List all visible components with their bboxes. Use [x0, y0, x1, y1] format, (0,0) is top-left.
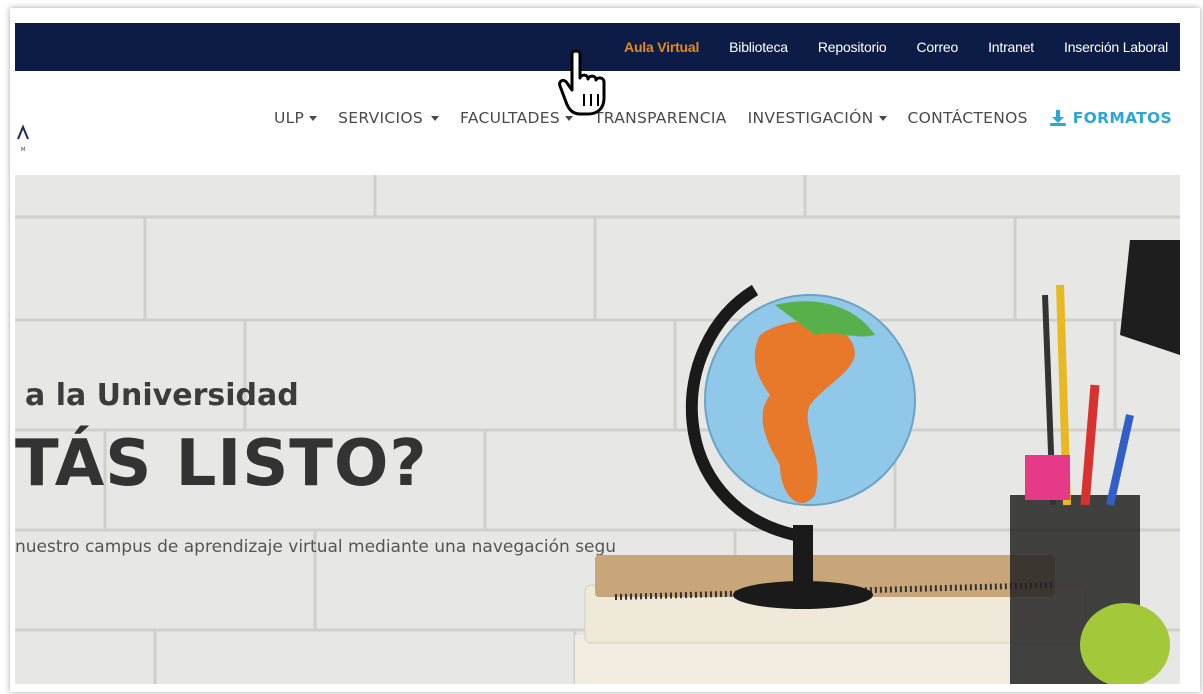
top-link-insercion-laboral[interactable]: Inserción Laboral	[1064, 39, 1168, 55]
hero-description: nuestro campus de aprendizaje virtual me…	[15, 537, 617, 557]
nav-item-servicios[interactable]: SERVICIOS	[338, 109, 440, 127]
hero-title: TÁS LISTO?	[15, 427, 428, 501]
nav-item-label: INVESTIGACIÓN	[747, 109, 874, 127]
download-icon	[1049, 110, 1066, 126]
university-logo[interactable]: M	[15, 117, 45, 157]
top-link-intranet[interactable]: Intranet	[988, 39, 1034, 55]
hero-subtitle: a la Universidad	[25, 378, 299, 413]
hand-pointer-cursor-icon	[558, 49, 606, 116]
nav-item-contactenos[interactable]: CONTÁCTENOS	[908, 109, 1028, 127]
nav-item-label: FORMATOS	[1072, 109, 1172, 127]
top-link-aula-virtual[interactable]: Aula Virtual	[624, 39, 699, 55]
caret-down-icon	[431, 115, 440, 121]
nav-item-transparencia[interactable]: TRANSPARENCIA	[594, 109, 727, 127]
caret-down-icon	[309, 115, 318, 121]
nav-item-investigacion[interactable]: INVESTIGACIÓN	[748, 109, 887, 127]
nav-item-label: FACULTADES	[460, 109, 560, 127]
nav-item-facultades[interactable]: FACULTADES	[460, 109, 573, 127]
nav-item-label: ULP	[273, 109, 305, 127]
nav-item-formatos[interactable]: FORMATOS	[1049, 109, 1172, 127]
caret-down-icon	[878, 115, 887, 121]
nav-item-ulp[interactable]: ULP	[273, 109, 318, 127]
nav-item-label: TRANSPARENCIA	[593, 109, 727, 127]
svg-text:M: M	[21, 147, 25, 153]
nav-item-label: CONTÁCTENOS	[907, 109, 1028, 127]
top-link-repositorio[interactable]: Repositorio	[818, 39, 887, 55]
hero-banner: a la Universidad TÁS LISTO? nuestro camp…	[15, 175, 1180, 684]
nav-item-label: SERVICIOS	[338, 109, 424, 127]
top-link-biblioteca[interactable]: Biblioteca	[729, 39, 788, 55]
top-link-correo[interactable]: Correo	[917, 39, 959, 55]
globe-and-books-illustration	[575, 240, 1180, 684]
